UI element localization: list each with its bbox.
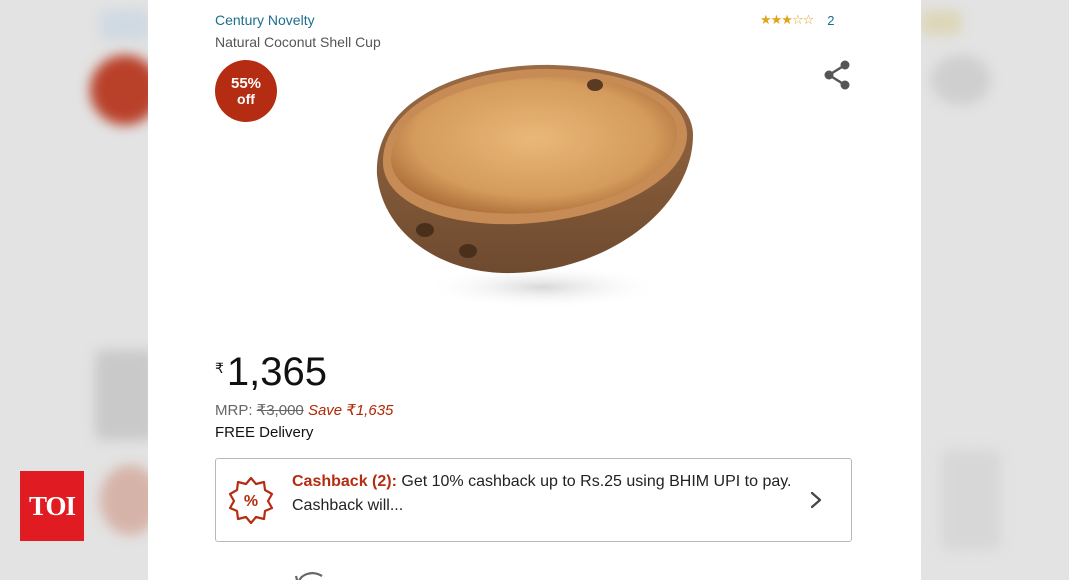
- mrp-label: MRP:: [215, 402, 253, 419]
- discount-percent: 55%: [230, 74, 262, 92]
- product-title: Natural Coconut Shell Cup: [215, 34, 381, 50]
- background-blur-shape: [931, 55, 991, 105]
- background-blur-shape: [921, 10, 961, 35]
- cashback-text: Cashback (2): Get 10% cashback up to Rs.…: [292, 470, 792, 518]
- mrp-value: ₹3,000: [256, 402, 304, 419]
- star-rating: ★★★☆☆: [760, 12, 814, 27]
- chevron-right-icon[interactable]: [806, 487, 826, 513]
- rating-summary[interactable]: ★★★☆☆ 2: [760, 12, 835, 28]
- background-blur-shape: [95, 350, 148, 440]
- background-blur-shape: [100, 10, 148, 40]
- background-right-panel: [921, 0, 1069, 580]
- discount-label: off: [237, 90, 255, 107]
- share-icon[interactable]: [820, 58, 854, 92]
- percent-badge-icon: %: [228, 476, 274, 525]
- background-blur-shape: [941, 450, 1001, 550]
- toi-watermark-logo: TOI: [20, 471, 84, 541]
- save-amount: Save ₹1,635: [307, 402, 394, 419]
- svg-text:%: %: [244, 493, 258, 510]
- cashback-offer[interactable]: % Cashback (2): Get 10% cashback up to R…: [215, 458, 852, 542]
- price-display: ₹ 1,365: [215, 352, 327, 392]
- product-card: Century Novelty Natural Coconut Shell Cu…: [148, 0, 921, 580]
- discount-badge: 55% off: [215, 60, 277, 122]
- background-blur-shape: [100, 465, 148, 535]
- watermark-text: TOI: [28, 490, 76, 521]
- price-amount: 1,365: [226, 350, 328, 394]
- rating-count[interactable]: 2: [827, 13, 834, 28]
- background-blur-shape: [90, 55, 148, 125]
- price-currency: ₹: [215, 360, 224, 376]
- delivery-info: FREE Delivery: [215, 424, 314, 441]
- mrp-line: MRP: ₹3,000 Save ₹1,635: [215, 401, 393, 419]
- coconut-shell-cup-image[interactable]: [363, 55, 703, 325]
- brand-link[interactable]: Century Novelty: [215, 12, 315, 28]
- return-icon[interactable]: [290, 566, 330, 580]
- cashback-label: Cashback (2):: [292, 473, 397, 490]
